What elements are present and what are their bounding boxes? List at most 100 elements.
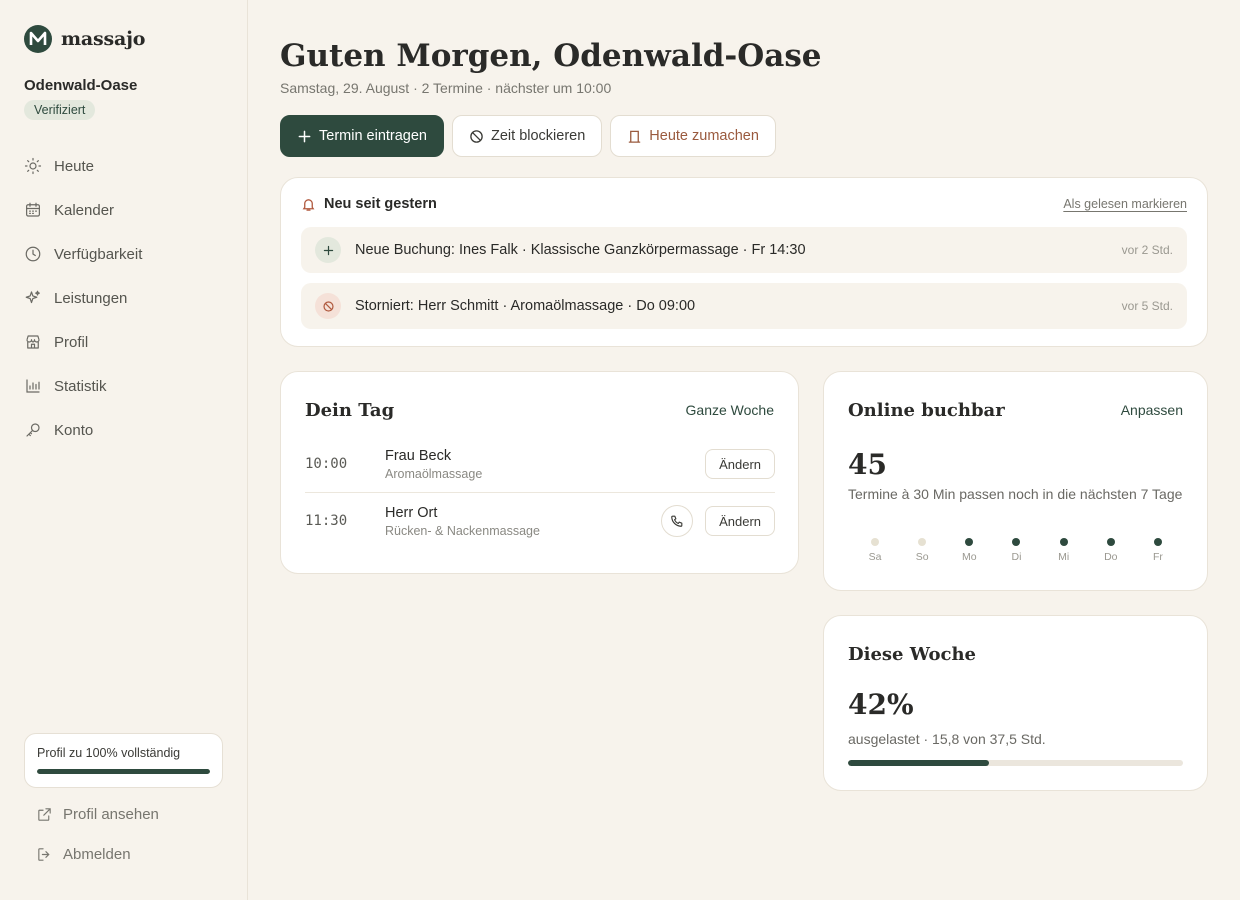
call-button[interactable]	[661, 505, 694, 537]
notifications-header: Neu seit gestern	[301, 196, 437, 212]
profile-completion-bar	[37, 769, 210, 774]
phone-icon	[671, 515, 683, 527]
view-profile-link[interactable]: Profil ansehen	[36, 806, 159, 823]
day-label: Fr	[1152, 551, 1163, 563]
sidebar-item-label: Leistungen	[54, 289, 128, 307]
profile-completion-card: Profil zu 100% vollständig	[24, 733, 223, 788]
sidebar-item-verfuegbarkeit[interactable]: Verfügbarkeit	[24, 238, 224, 270]
calendar-icon	[26, 202, 40, 217]
action-bar: Termin eintragen Zeit blockieren Heute z…	[280, 115, 776, 157]
appointment-row[interactable]: 11:30 Herr Ort Rücken- & Nackenmassage Ä…	[305, 493, 775, 549]
appointment-row[interactable]: 10:00 Frau Beck Aromaölmassage Ändern	[305, 436, 775, 492]
appointment-service: Rücken- & Nackenmassage	[385, 523, 540, 538]
unavailable-dot	[871, 538, 879, 546]
day-label: Sa	[868, 551, 882, 563]
logout-label: Abmelden	[63, 846, 131, 863]
availability-day: Do	[1100, 538, 1122, 563]
day-card-title: Dein Tag	[305, 400, 395, 421]
edit-appointment-button[interactable]: Ändern	[705, 506, 775, 536]
notification-item[interactable]: Neue Buchung: Ines Falk · Klassische Gan…	[301, 227, 1187, 273]
utilization-fill	[848, 760, 989, 766]
sidebar-item-profil[interactable]: Profil	[24, 326, 224, 358]
available-dot	[1059, 538, 1068, 546]
availability-day: Sa	[864, 538, 886, 563]
notification-time: vor 5 Std.	[1121, 299, 1173, 313]
sun-icon	[24, 157, 42, 175]
sidebar-item-label: Konto	[54, 421, 94, 439]
sidebar-item-kalender[interactable]: Kalender	[24, 194, 224, 226]
sparkle-icon	[25, 290, 40, 304]
appointment-info: Frau Beck Aromaölmassage	[385, 448, 705, 481]
whole-week-link[interactable]: Ganze Woche	[686, 402, 774, 418]
day-label: Di	[1011, 551, 1022, 563]
notification-item[interactable]: Storniert: Herr Schmitt · Aromaölmassage…	[301, 283, 1187, 329]
adjust-link[interactable]: Anpassen	[1121, 402, 1183, 418]
sidebar-item-label: Verfügbarkeit	[54, 245, 143, 263]
day-label: Do	[1104, 551, 1118, 563]
profile-completion-fill	[37, 769, 210, 774]
bookable-slots-description: Termine à 30 Min passen noch in die näch…	[848, 486, 1183, 502]
edit-appointment-button[interactable]: Ändern	[705, 449, 775, 479]
mark-read-link[interactable]: Als gelesen markieren	[1063, 197, 1187, 211]
day-label: So	[915, 551, 929, 563]
appointment-info: Herr Ort Rücken- & Nackenmassage	[385, 505, 661, 538]
profile-completion-label: Profil zu 100% vollständig	[37, 746, 181, 760]
sidebar-item-konto[interactable]: Konto	[24, 414, 224, 446]
availability-day: Fr	[1147, 538, 1169, 563]
notifications-title: Neu seit gestern	[324, 196, 437, 212]
online-card-title: Online buchbar	[848, 400, 1005, 421]
appointment-time: 11:30	[305, 513, 348, 529]
appointment-time: 10:00	[305, 456, 348, 472]
sidebar-item-label: Statistik	[54, 377, 107, 395]
bookable-slots-count: 45	[848, 448, 887, 481]
sidebar-nav: Heute Kalender Verfügbarkeit Leistungen …	[24, 150, 224, 458]
close-today-label: Heute zumachen	[649, 128, 759, 144]
availability-day: So	[911, 538, 933, 563]
view-profile-label: Profil ansehen	[63, 806, 159, 823]
sidebar-item-leistungen[interactable]: Leistungen	[24, 282, 224, 314]
bell-icon	[302, 198, 315, 211]
add-appointment-label: Termin eintragen	[319, 128, 427, 144]
sidebar-item-heute[interactable]: Heute	[24, 150, 224, 182]
appointment-client: Herr Ort	[385, 504, 438, 521]
close-today-button[interactable]: Heute zumachen	[610, 115, 776, 157]
key-icon	[26, 423, 40, 437]
availability-day: Mi	[1053, 538, 1075, 563]
block-time-label: Zeit blockieren	[491, 128, 586, 144]
door-icon	[628, 130, 641, 143]
add-appointment-button[interactable]: Termin eintragen	[280, 115, 444, 157]
booking-icon	[315, 237, 341, 263]
utilization-value: 42%	[848, 688, 914, 721]
notification-text: Storniert: Herr Schmitt · Aromaölmassage…	[355, 298, 696, 314]
logout-link[interactable]: Abmelden	[36, 846, 131, 863]
sidebar-item-statistik[interactable]: Statistik	[24, 370, 224, 402]
available-dot	[1012, 538, 1021, 546]
day-label: Mi	[1058, 551, 1070, 563]
verified-badge: Verifiziert	[24, 100, 96, 120]
utilization-description: ausgelastet · 15,8 von 37,5 Std.	[848, 731, 1046, 747]
availability-days: Sa So Mo Di Mi Do Fr	[848, 538, 1185, 563]
brand-logo-icon	[24, 25, 52, 53]
cancel-icon	[315, 293, 341, 319]
block-time-button[interactable]: Zeit blockieren	[452, 115, 603, 157]
page-title: Guten Morgen, Odenwald-Oase	[280, 38, 822, 74]
notification-text: Neue Buchung: Ines Falk · Klassische Gan…	[355, 242, 806, 258]
bar-chart-icon	[26, 379, 40, 393]
online-bookable-card: Online buchbar Anpassen 45 Termine à 30 …	[823, 371, 1208, 591]
week-card: Diese Woche 42% ausgelastet · 15,8 von 3…	[823, 615, 1208, 791]
appointment-client: Frau Beck	[385, 447, 452, 464]
notification-time: vor 2 Std.	[1121, 243, 1173, 257]
unavailable-dot	[918, 538, 927, 546]
storefront-icon	[26, 335, 40, 349]
available-dot	[1153, 538, 1162, 546]
availability-day: Di	[1005, 538, 1027, 563]
sidebar-item-label: Kalender	[54, 201, 115, 219]
week-card-title: Diese Woche	[848, 644, 977, 665]
plus-icon	[298, 130, 311, 142]
clock-icon	[25, 246, 41, 262]
logout-icon	[38, 848, 50, 861]
brand[interactable]: massajo	[24, 25, 145, 53]
day-label: Mo	[962, 551, 977, 563]
appointment-service: Aromaölmassage	[385, 466, 483, 481]
day-card: Dein Tag Ganze Woche 10:00 Frau Beck Aro…	[280, 371, 799, 574]
